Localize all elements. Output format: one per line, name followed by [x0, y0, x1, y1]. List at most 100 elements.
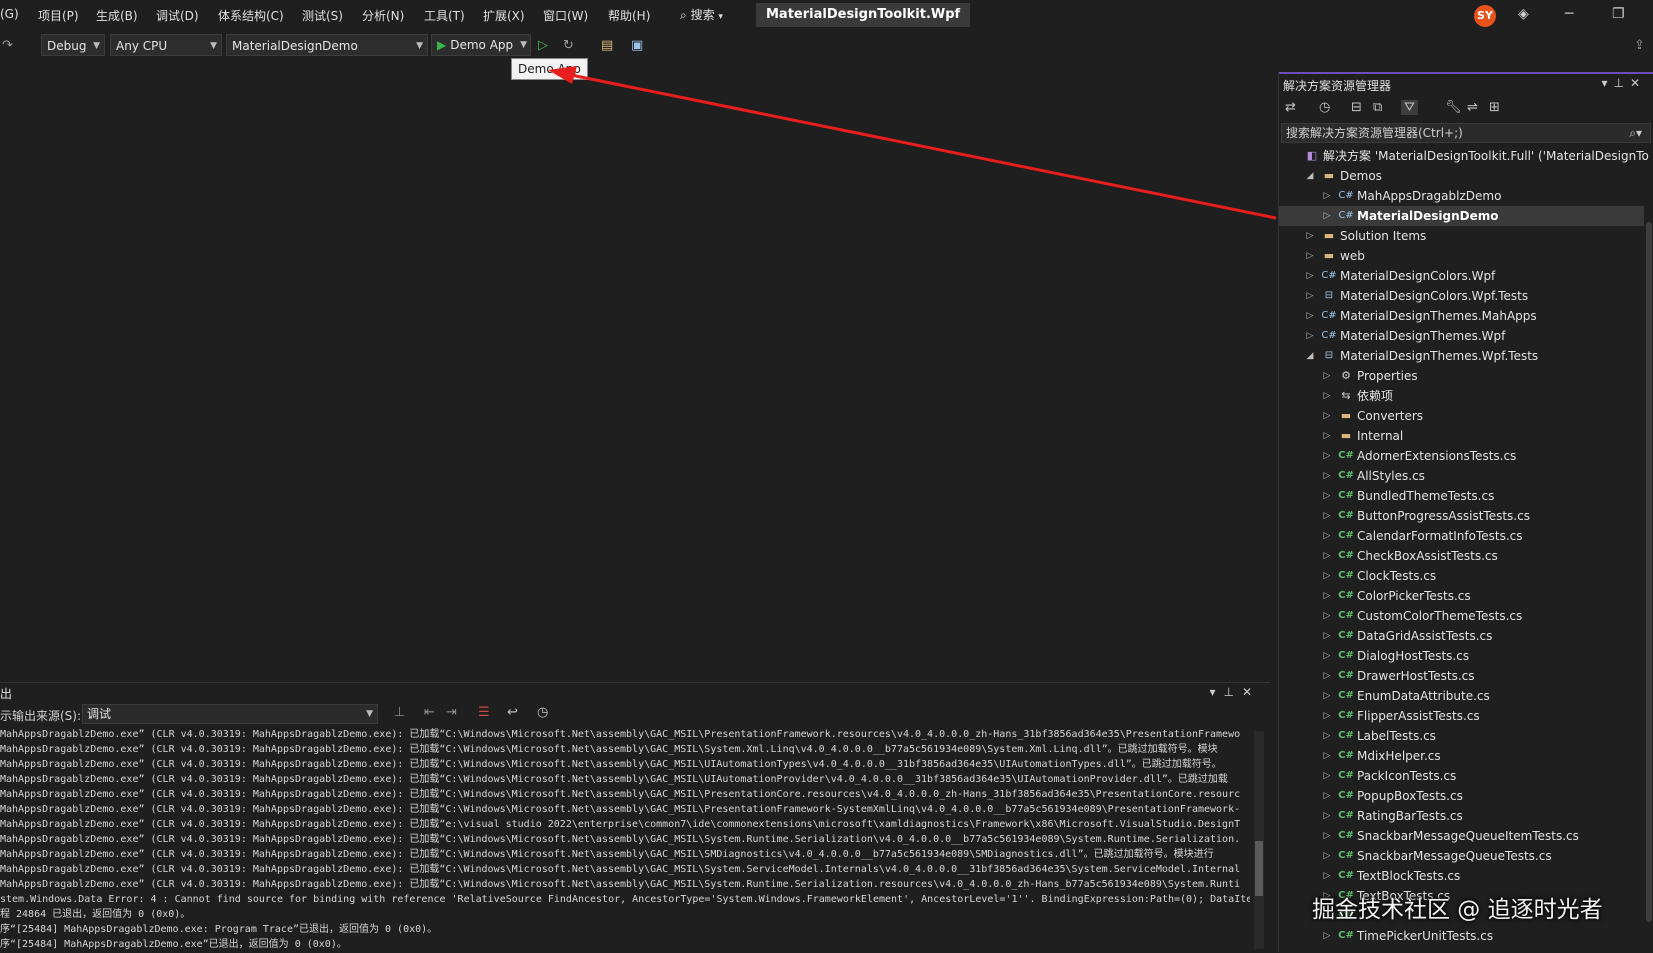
tree-item[interactable]: ▷ ▬ web [1279, 246, 1644, 266]
prev-message-icon[interactable]: ⇤ [424, 705, 435, 720]
search-icon[interactable]: ⌕▾ [1629, 124, 1642, 142]
startup-project-dropdown[interactable]: MaterialDesignDemo ▼ [226, 34, 428, 56]
tree-item[interactable]: ▷ ⇆ 依赖项 [1279, 386, 1644, 406]
collapsed-chevron-icon[interactable]: ▷ [1321, 866, 1333, 886]
collapsed-chevron-icon[interactable]: ▷ [1321, 386, 1333, 406]
tree-item[interactable]: ▷ C# CheckBoxAssistTests.cs [1279, 546, 1644, 566]
hot-reload-icon[interactable]: ↻ [563, 38, 574, 53]
solution-search-input[interactable]: 搜索解决方案资源管理器(Ctrl+;) ⌕▾ [1281, 123, 1651, 143]
collapsed-chevron-icon[interactable]: ▷ [1321, 666, 1333, 686]
collapsed-chevron-icon[interactable]: ▷ [1321, 806, 1333, 826]
tree-item[interactable]: ▷ C# DialogHostTests.cs [1279, 646, 1644, 666]
collapsed-chevron-icon[interactable]: ▷ [1304, 326, 1316, 346]
menu-item-extensions[interactable]: 扩展(X) [483, 7, 525, 24]
collapsed-chevron-icon[interactable]: ▷ [1321, 446, 1333, 466]
history-icon[interactable]: ◷ [1319, 100, 1330, 115]
tree-item[interactable]: ▷ C# AdornerExtensionsTests.cs [1279, 446, 1644, 466]
menu-item-build[interactable]: 生成(B) [96, 7, 138, 24]
tree-item[interactable]: ▷ C# BundledThemeTests.cs [1279, 486, 1644, 506]
collapsed-chevron-icon[interactable]: ▷ [1321, 486, 1333, 506]
menu-item-tools[interactable]: 工具(T) [424, 7, 465, 24]
find-icon[interactable]: ⊥ [394, 705, 405, 720]
filter-icon[interactable]: ⛛ [1401, 100, 1418, 115]
tree-item[interactable]: ▷ C# CalendarFormatInfoTests.cs [1279, 526, 1644, 546]
collapsed-chevron-icon[interactable]: ▷ [1321, 686, 1333, 706]
pin-icon[interactable]: ⊥ [1613, 76, 1629, 90]
collapsed-chevron-icon[interactable]: ▷ [1321, 186, 1333, 206]
restore-icon[interactable]: ❐ [1612, 6, 1625, 22]
menu-item-test[interactable]: 测试(S) [302, 7, 343, 24]
collapsed-chevron-icon[interactable]: ▷ [1321, 206, 1333, 226]
tree-item[interactable]: ▷ ▬ Converters [1279, 406, 1644, 426]
tree-item[interactable]: ▷ ▬ Internal [1279, 426, 1644, 446]
wrench-icon[interactable]: 🔧︎ [1445, 100, 1462, 115]
tree-item[interactable]: ▷ C# MaterialDesignDemo [1279, 206, 1644, 226]
open-folder-icon[interactable]: ▤ [601, 38, 613, 53]
collapsed-chevron-icon[interactable]: ▷ [1321, 786, 1333, 806]
collapsed-chevron-icon[interactable]: ▷ [1304, 286, 1316, 306]
expanded-chevron-icon[interactable]: ◢ [1304, 346, 1316, 366]
collapsed-chevron-icon[interactable]: ▷ [1321, 926, 1333, 946]
layout-icon[interactable]: ▣ [631, 38, 643, 53]
copy-icon[interactable]: ⧉ [1373, 100, 1382, 115]
share-icon[interactable]: ⇪ [1634, 38, 1645, 53]
collapsed-chevron-icon[interactable]: ▷ [1304, 266, 1316, 286]
collapsed-chevron-icon[interactable]: ▷ [1321, 746, 1333, 766]
menu-item-window[interactable]: 窗口(W) [543, 7, 588, 24]
tree-item[interactable]: ▷ C# AllStyles.cs [1279, 466, 1644, 486]
platform-dropdown[interactable]: Any CPU ▼ [110, 34, 222, 56]
menu-item-project[interactable]: 项目(P) [38, 7, 79, 24]
tree-item[interactable]: ▷ C# LabelTests.cs [1279, 726, 1644, 746]
chevron-down-icon[interactable]: ▾ [1601, 76, 1613, 90]
tree-item[interactable]: ▷ C# PopupBoxTests.cs [1279, 786, 1644, 806]
copilot-icon[interactable]: ◈ [1518, 6, 1529, 22]
start-debugging-button[interactable]: ▶ Demo App ▼ [431, 34, 531, 56]
config-dropdown[interactable]: Debug ▼ [41, 34, 105, 56]
scrollbar[interactable] [1646, 222, 1652, 922]
tree-item[interactable]: ▷ C# MahAppsDragablzDemo [1279, 186, 1644, 206]
scrollbar[interactable] [1254, 731, 1264, 949]
redo-icon[interactable]: ↷ [2, 38, 13, 53]
collapse-all-icon[interactable]: ⊟ [1351, 100, 1362, 115]
start-without-debugging-icon[interactable]: ▷ [538, 38, 548, 53]
collapsed-chevron-icon[interactable]: ▷ [1321, 426, 1333, 446]
tree-item[interactable]: ▷ C# ButtonProgressAssistTests.cs [1279, 506, 1644, 526]
chevron-down-icon[interactable]: ▾ [1209, 685, 1223, 699]
tree-item[interactable]: ◢ ⊟ MaterialDesignThemes.Wpf.Tests [1279, 346, 1644, 366]
collapsed-chevron-icon[interactable]: ▷ [1321, 706, 1333, 726]
collapsed-chevron-icon[interactable]: ▷ [1321, 466, 1333, 486]
menu-item-debug[interactable]: 调试(D) [156, 7, 199, 24]
tree-item[interactable]: ▷ C# MaterialDesignThemes.Wpf [1279, 326, 1644, 346]
word-wrap-icon[interactable]: ↩ [507, 705, 518, 720]
collapsed-chevron-icon[interactable]: ▷ [1321, 646, 1333, 666]
sync-icon[interactable]: ⇄ [1285, 100, 1296, 115]
collapsed-chevron-icon[interactable]: ▷ [1321, 366, 1333, 386]
view-icon[interactable]: ⊞ [1489, 100, 1500, 115]
clear-all-icon[interactable]: ☰ [478, 705, 490, 720]
tree-item[interactable]: ▷ ▬ Solution Items [1279, 226, 1644, 246]
menu-item-architecture[interactable]: 体系结构(C) [218, 7, 284, 24]
clock-icon[interactable]: ◷ [537, 705, 548, 720]
chevron-down-icon[interactable]: ▼ [520, 35, 527, 55]
tree-item[interactable]: ▷ C# ClockTests.cs [1279, 566, 1644, 586]
collapsed-chevron-icon[interactable]: ▷ [1304, 246, 1316, 266]
tree-item[interactable]: ▷ ⚙ Properties [1279, 366, 1644, 386]
scrollbar-thumb[interactable] [1255, 841, 1263, 896]
tree-item[interactable]: ▷ C# MdixHelper.cs [1279, 746, 1644, 766]
tree-item[interactable]: ▷ C# DataGridAssistTests.cs [1279, 626, 1644, 646]
collapsed-chevron-icon[interactable]: ▷ [1321, 846, 1333, 866]
pin-icon[interactable]: ⊥ [1223, 685, 1241, 699]
tree-item[interactable]: ◧ 解决方案 'MaterialDesignToolkit.Full' ('Mat… [1279, 146, 1649, 166]
tree-item[interactable]: ▷ C# RatingBarTests.cs [1279, 806, 1644, 826]
collapsed-chevron-icon[interactable]: ▷ [1321, 626, 1333, 646]
menu-item-help[interactable]: 帮助(H) [608, 7, 650, 24]
search-button[interactable]: ⌕ 搜索 ▾ [680, 6, 723, 23]
collapsed-chevron-icon[interactable]: ▷ [1321, 546, 1333, 566]
avatar[interactable]: SY [1474, 5, 1496, 27]
collapsed-chevron-icon[interactable]: ▷ [1304, 306, 1316, 326]
collapsed-chevron-icon[interactable]: ▷ [1321, 766, 1333, 786]
preview-icon[interactable]: ⇌ [1467, 100, 1478, 115]
tree-item[interactable]: ▷ C# DrawerHostTests.cs [1279, 666, 1644, 686]
menu-item-analyze[interactable]: 分析(N) [362, 7, 404, 24]
output-text[interactable]: MahAppsDragablzDemo.exe” (CLR v4.0.30319… [0, 727, 1250, 953]
